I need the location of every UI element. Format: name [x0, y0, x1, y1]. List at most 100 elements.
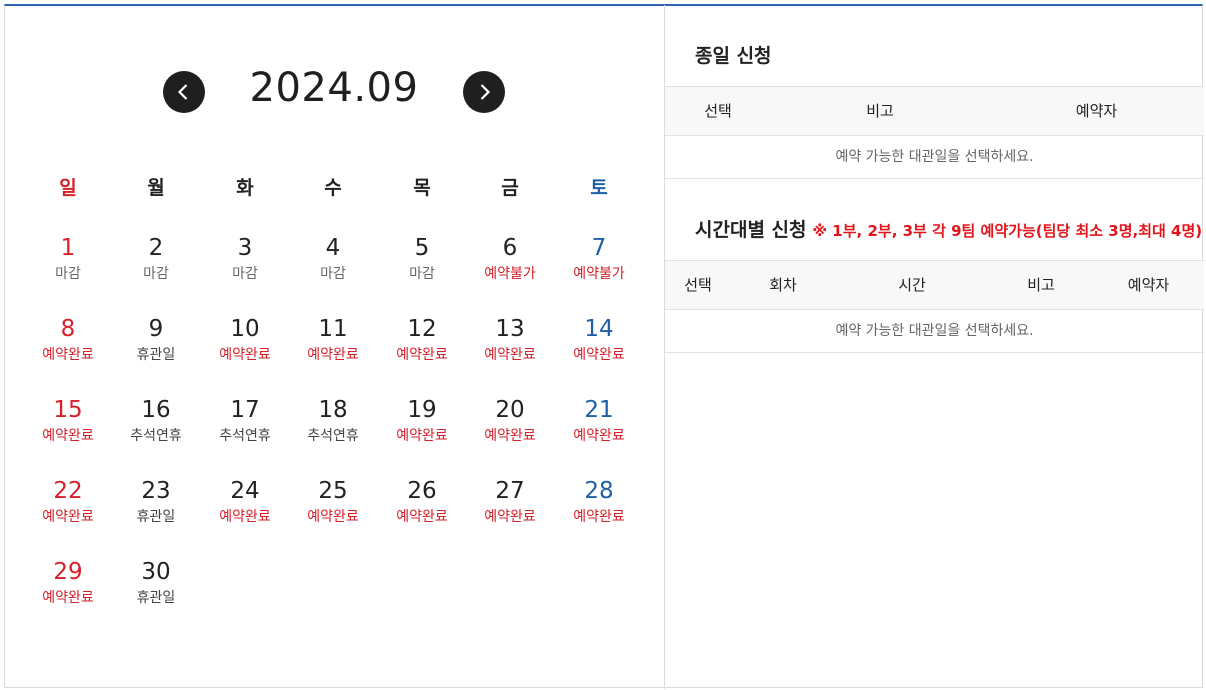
day-status: 추석연휴	[219, 428, 271, 444]
day-status: 예약완료	[484, 509, 536, 525]
calendar-day-cell[interactable]: 5 마감	[382, 234, 462, 283]
weekday-label: 목	[413, 177, 431, 199]
col-select: 선택	[684, 276, 712, 294]
calendar-day-cell[interactable]: 29 예약완료	[28, 558, 108, 607]
day-status: 예약불가	[573, 266, 625, 282]
calendar-day-cell[interactable]: 9 휴관일	[116, 315, 196, 364]
time-slot-table-header: 선택 회차 시간 비고 예약자	[665, 260, 1204, 310]
calendar-day-cell[interactable]: 6 예약불가	[470, 234, 550, 283]
day-number: 2	[148, 235, 164, 261]
col-remark: 비고	[866, 102, 894, 120]
day-number: 22	[53, 478, 83, 504]
day-number: 21	[584, 397, 614, 423]
calendar-day-cell[interactable]: 19 예약완료	[382, 396, 462, 445]
time-slot-note: ※ 1부, 2부, 3부 각 9팀 예약가능(팀당 최소 3명,최대 4명)	[812, 222, 1203, 240]
day-number: 24	[230, 478, 260, 504]
day-status: 예약완료	[396, 428, 448, 444]
calendar-day-cell[interactable]: 1 마감	[28, 234, 108, 283]
day-number: 3	[237, 235, 253, 261]
day-number: 19	[407, 397, 437, 423]
weekday-label: 일	[59, 177, 77, 199]
calendar-day-cell[interactable]: 28 예약완료	[559, 477, 639, 526]
day-status: 예약완료	[219, 509, 271, 525]
day-status: 예약완료	[573, 509, 625, 525]
day-status: 마감	[320, 266, 346, 282]
calendar-day-cell[interactable]: 20 예약완료	[470, 396, 550, 445]
calendar-day-cell[interactable]: 7 예약불가	[559, 234, 639, 283]
day-number: 14	[584, 316, 614, 342]
calendar-panel: 2024.09 일 월 화 수 목 금 토 1 마감 2 마감 3 마감 4 마감 5 마감 6 예약불가 7 예약불…	[4, 5, 664, 689]
day-number: 5	[414, 235, 430, 261]
col-reserver: 예약자	[1075, 102, 1118, 120]
chevron-left-icon	[177, 84, 188, 100]
col-time: 시간	[898, 276, 926, 294]
time-slot-heading: 시간대별 신청 ※ 1부, 2부, 3부 각 9팀 예약가능(팀당 최소 3명,최…	[695, 215, 1202, 242]
calendar-day-cell[interactable]: 22 예약완료	[28, 477, 108, 526]
time-slot-title: 시간대별 신청	[695, 219, 807, 241]
day-status: 마감	[409, 266, 435, 282]
calendar-day-cell[interactable]: 16 추석연휴	[116, 396, 196, 445]
calendar-day-cell[interactable]: 15 예약완료	[28, 396, 108, 445]
calendar-day-cell[interactable]: 11 예약완료	[293, 315, 373, 364]
day-number: 9	[148, 316, 164, 342]
day-status: 예약완료	[484, 347, 536, 363]
day-status: 휴관일	[136, 347, 176, 363]
day-number: 26	[407, 478, 437, 504]
day-status: 예약완료	[307, 347, 359, 363]
day-status: 휴관일	[136, 590, 176, 606]
day-status: 휴관일	[136, 509, 176, 525]
day-number: 17	[230, 397, 260, 423]
calendar-day-cell[interactable]: 4 마감	[293, 234, 373, 283]
calendar-day-cell[interactable]: 21 예약완료	[559, 396, 639, 445]
day-number: 10	[230, 316, 260, 342]
next-month-button[interactable]	[463, 71, 505, 113]
col-reserver: 예약자	[1127, 276, 1170, 294]
day-status: 예약완료	[42, 509, 94, 525]
month-title: 2024.09	[249, 65, 419, 111]
calendar-day-cell[interactable]: 14 예약완료	[559, 315, 639, 364]
day-status: 예약완료	[396, 347, 448, 363]
day-status: 예약완료	[42, 347, 94, 363]
calendar-day-cell[interactable]: 27 예약완료	[470, 477, 550, 526]
day-status: 예약완료	[573, 347, 625, 363]
calendar-day-cell[interactable]: 26 예약완료	[382, 477, 462, 526]
day-number: 30	[141, 559, 171, 585]
day-number: 13	[495, 316, 525, 342]
day-status: 예약완료	[484, 428, 536, 444]
day-number: 28	[584, 478, 614, 504]
day-number: 8	[60, 316, 76, 342]
day-status: 추석연휴	[307, 428, 359, 444]
calendar-day-cell[interactable]: 8 예약완료	[28, 315, 108, 364]
day-status: 마감	[55, 266, 81, 282]
day-status: 추석연휴	[130, 428, 182, 444]
day-number: 27	[495, 478, 525, 504]
day-status: 예약완료	[219, 347, 271, 363]
day-number: 20	[495, 397, 525, 423]
day-number: 16	[141, 397, 171, 423]
calendar-day-cell[interactable]: 25 예약완료	[293, 477, 373, 526]
calendar-day-cell[interactable]: 12 예약완료	[382, 315, 462, 364]
col-select: 선택	[704, 102, 732, 120]
day-number: 23	[141, 478, 171, 504]
day-number: 4	[325, 235, 341, 261]
prev-month-button[interactable]	[163, 71, 205, 113]
calendar-day-cell[interactable]: 23 휴관일	[116, 477, 196, 526]
application-panel: 종일 신청 선택 비고 예약자 예약 가능한 대관일을 선택하세요. 시간대별 …	[664, 5, 1204, 689]
day-number: 15	[53, 397, 83, 423]
calendar-day-cell[interactable]: 3 마감	[205, 234, 285, 283]
day-number: 7	[591, 235, 607, 261]
calendar-day-cell[interactable]: 13 예약완료	[470, 315, 550, 364]
calendar-day-cell[interactable]: 2 마감	[116, 234, 196, 283]
day-number: 6	[502, 235, 518, 261]
day-number: 11	[318, 316, 348, 342]
calendar-day-cell[interactable]: 18 추석연휴	[293, 396, 373, 445]
calendar-day-cell[interactable]: 10 예약완료	[205, 315, 285, 364]
calendar-day-cell[interactable]: 24 예약완료	[205, 477, 285, 526]
day-status: 예약완료	[307, 509, 359, 525]
day-number: 1	[60, 235, 76, 261]
day-number: 12	[407, 316, 437, 342]
weekday-label: 월	[147, 177, 165, 199]
day-status: 마감	[143, 266, 169, 282]
calendar-day-cell[interactable]: 30 휴관일	[116, 558, 196, 607]
calendar-day-cell[interactable]: 17 추석연휴	[205, 396, 285, 445]
